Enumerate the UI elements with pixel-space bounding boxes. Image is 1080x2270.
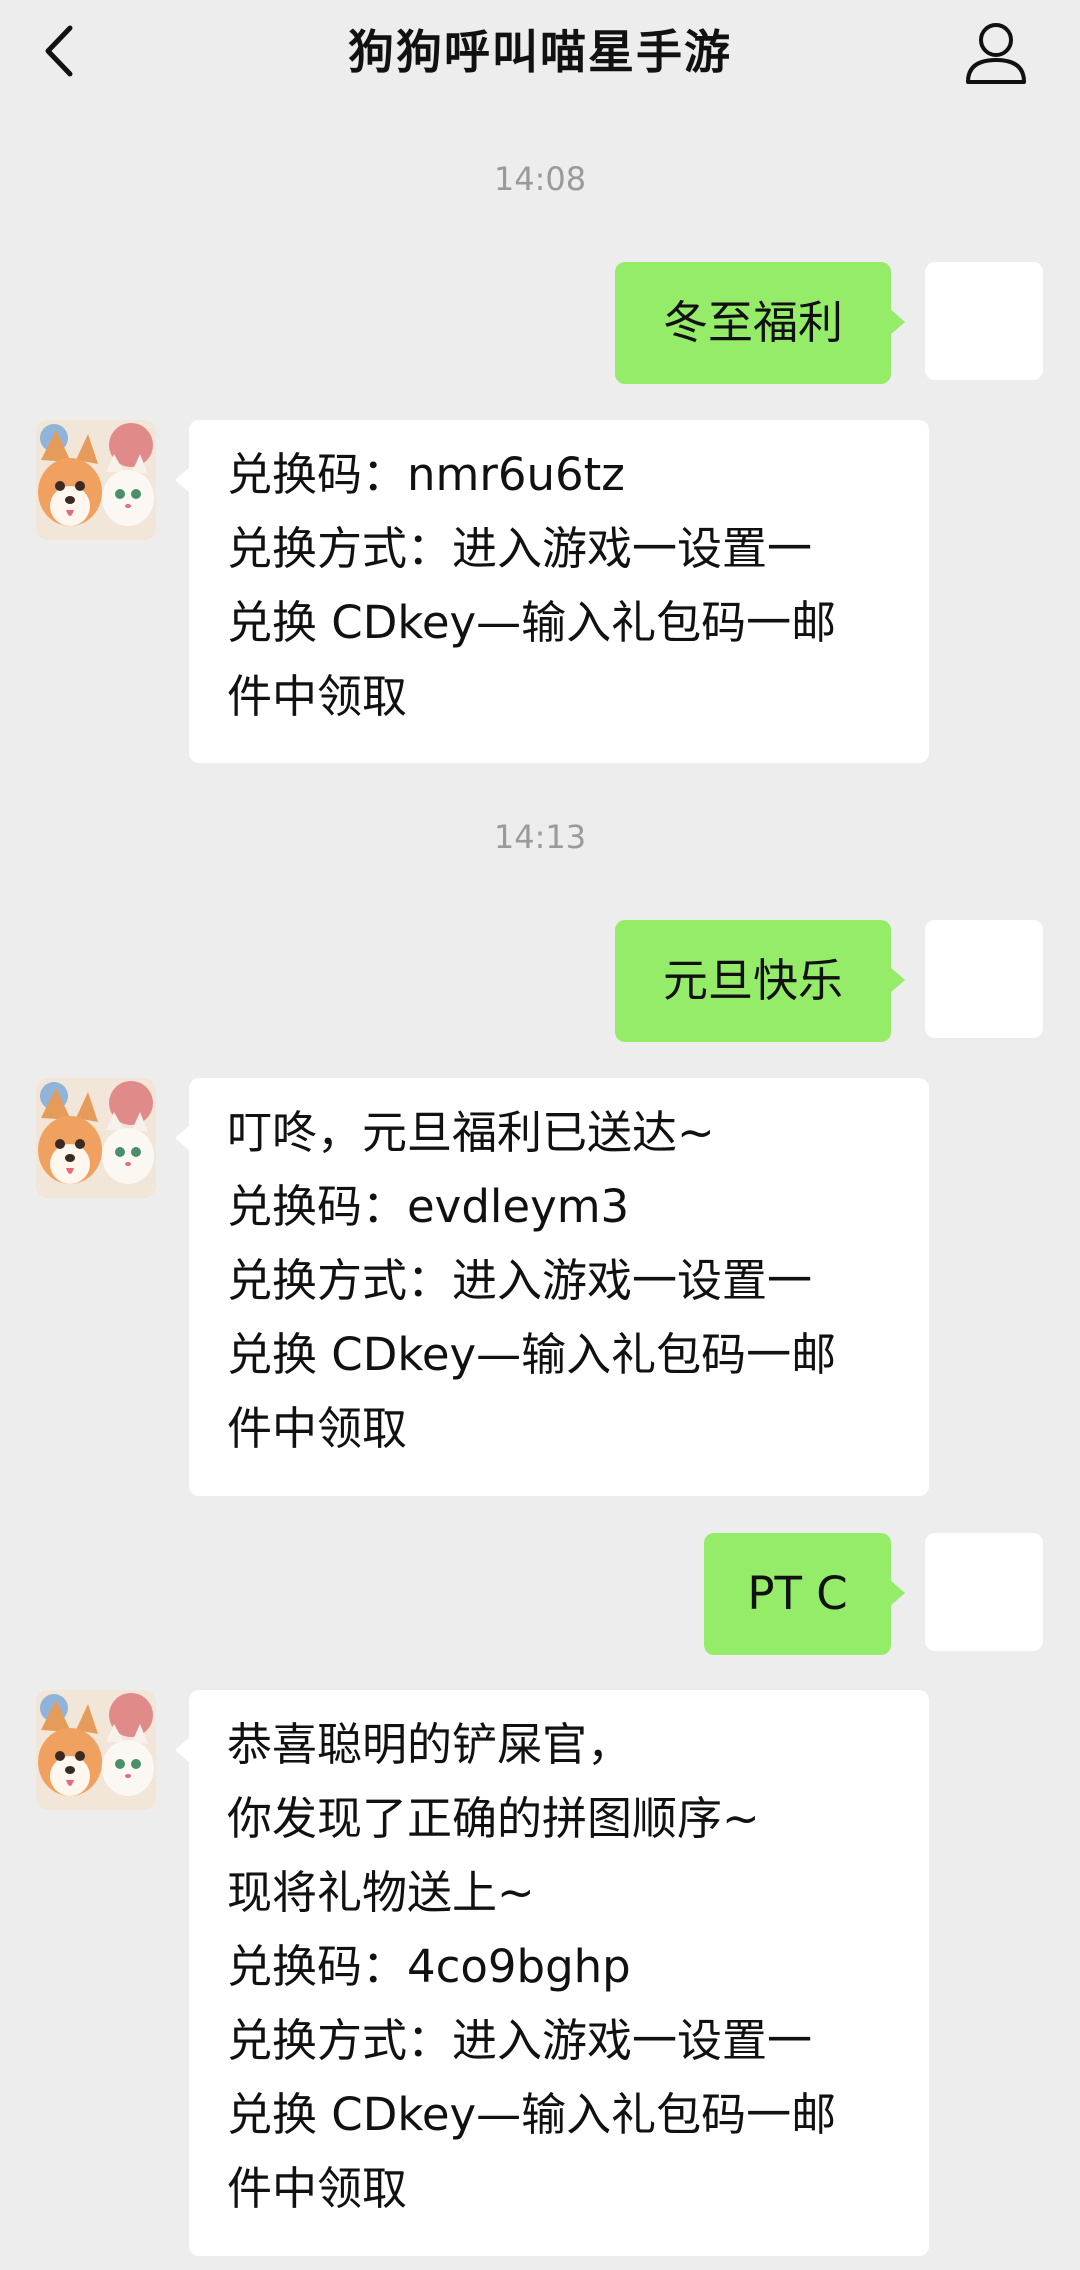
corgi-cat-avatar-icon: [36, 1690, 156, 1810]
message-line: 兑换 CDkey—输入礼包码一邮: [227, 596, 837, 649]
person-icon: [966, 23, 1026, 84]
message-line: 兑换方式：进入游戏一设置一: [227, 1254, 813, 1307]
outgoing-message-bubble[interactable]: 冬至福利: [615, 262, 905, 384]
self-avatar[interactable]: [925, 1533, 1043, 1651]
message-line: 现将礼物送上~: [227, 1866, 535, 1919]
message-line: 件中领取: [227, 2162, 408, 2215]
chat-title: 狗狗呼叫喵星手游: [348, 25, 732, 79]
message-line: 件中领取: [227, 1402, 408, 1455]
incoming-message-bubble[interactable]: 恭喜聪明的铲屎官， 你发现了正确的拼图顺序~ 现将礼物送上~ 兑换码：4co9b…: [175, 1690, 929, 2256]
message-line: 你发现了正确的拼图顺序~: [227, 1792, 760, 1845]
message-line: 兑换 CDkey—输入礼包码一邮: [227, 1328, 837, 1381]
outgoing-message-bubble[interactable]: 元旦快乐: [615, 920, 905, 1042]
message-line: 兑换码：evdleym3: [227, 1180, 630, 1233]
self-avatar[interactable]: [925, 920, 1043, 1038]
message-line: 兑换 CDkey—输入礼包码一邮: [227, 2088, 837, 2141]
message-timestamp: 14:13: [493, 818, 587, 856]
outgoing-message-bubble[interactable]: PT C: [704, 1533, 905, 1655]
incoming-message-bubble[interactable]: 兑换码：nmr6u6tz 兑换方式：进入游戏一设置一 兑换 CDkey—输入礼包…: [175, 420, 929, 763]
message-line: 兑换码：4co9bghp: [227, 1940, 631, 1993]
incoming-message-bubble[interactable]: 叮咚，元旦福利已送达~ 兑换码：evdleym3 兑换方式：进入游戏一设置一 兑…: [175, 1078, 929, 1496]
chat-header: 狗狗呼叫喵星手游: [0, 0, 1080, 105]
game-account-avatar[interactable]: [36, 420, 156, 540]
corgi-cat-avatar-icon: [36, 1078, 156, 1198]
message-line: 件中领取: [227, 670, 408, 723]
message-text: PT C: [747, 1567, 848, 1620]
message-line: 兑换码：nmr6u6tz: [227, 448, 625, 501]
self-avatar[interactable]: [925, 262, 1043, 380]
game-account-avatar[interactable]: [36, 1078, 156, 1198]
game-account-avatar[interactable]: [36, 1690, 156, 1810]
message-line: 兑换方式：进入游戏一设置一: [227, 522, 813, 575]
message-line: 恭喜聪明的铲屎官，: [227, 1718, 633, 1771]
corgi-cat-avatar-icon: [36, 420, 156, 540]
message-line: 叮咚，元旦福利已送达~: [227, 1106, 715, 1159]
message-text: 冬至福利: [662, 296, 843, 349]
message-line: 兑换方式：进入游戏一设置一: [227, 2014, 813, 2067]
message-text: 元旦快乐: [662, 954, 843, 1007]
chat-profile-button[interactable]: [962, 20, 1030, 86]
message-timestamp: 14:08: [493, 160, 587, 198]
